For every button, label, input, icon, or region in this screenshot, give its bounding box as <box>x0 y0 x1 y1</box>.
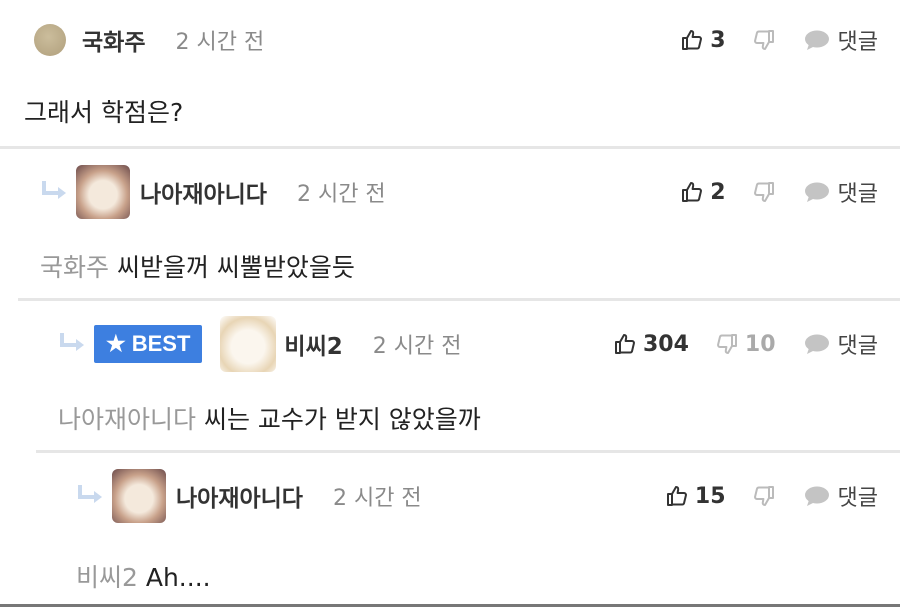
thumbs-down-icon <box>716 334 737 354</box>
speech-bubble-icon <box>804 486 829 506</box>
like-count: 15 <box>694 483 726 509</box>
reply-arrow-icon <box>42 181 66 199</box>
like-count: 2 <box>710 179 726 205</box>
mention[interactable]: 나아재아니다 <box>58 405 196 434</box>
dislike-button[interactable] <box>752 28 776 52</box>
comment-text-body: 씨받을꺼 씨뿔받았을듯 <box>116 253 355 282</box>
dislike-button[interactable]: 10 <box>715 332 776 357</box>
comment-author[interactable]: 비씨2 <box>284 327 342 361</box>
thumbs-up-icon <box>614 334 635 354</box>
speech-bubble-icon <box>804 334 829 354</box>
avatar[interactable] <box>34 24 66 56</box>
comment-4: 나아재아니다 2 시간 전 15 댓글 비씨2 Ah.... <box>0 454 900 604</box>
star-icon: ★ <box>106 331 126 356</box>
thumbs-up-icon <box>682 30 703 50</box>
comment-2: 나아재아니다 2 시간 전 2 댓글 국화주 씨받을꺼 씨뿔받았을듯 <box>0 150 900 300</box>
reply-button[interactable]: 댓글 <box>804 176 878 208</box>
reply-button[interactable]: 댓글 <box>804 24 878 56</box>
reply-button[interactable]: 댓글 <box>804 480 878 512</box>
avatar[interactable] <box>112 469 166 523</box>
thumbs-down-icon <box>753 182 774 202</box>
thumbs-up-icon <box>666 486 687 506</box>
like-count: 3 <box>710 27 726 53</box>
dislike-count: 10 <box>744 331 776 357</box>
reply-button[interactable]: 댓글 <box>804 328 878 360</box>
reply-arrow-icon <box>78 485 102 503</box>
comment-time: 2 시간 전 <box>332 486 422 511</box>
like-button[interactable]: 3 <box>680 27 726 53</box>
comment-text: 국화주 씨받을꺼 씨뿔받았을듯 <box>40 248 355 284</box>
thumbs-down-icon <box>753 30 774 50</box>
comment-text-body: 씨는 교수가 받지 않았을까 <box>203 405 481 434</box>
reply-label: 댓글 <box>837 334 878 359</box>
comment-text: 나아재아니다 씨는 교수가 받지 않았을까 <box>58 400 481 436</box>
best-label: BEST <box>131 331 191 356</box>
reply-arrow-icon <box>60 333 84 351</box>
reply-label: 댓글 <box>837 486 878 511</box>
comment-text-body: Ah.... <box>145 563 211 592</box>
speech-bubble-icon <box>804 182 829 202</box>
mention[interactable]: 국화주 <box>40 253 109 282</box>
avatar[interactable] <box>76 165 130 219</box>
reply-label: 댓글 <box>837 30 878 55</box>
comment-author[interactable]: 국화주 <box>82 23 145 57</box>
reply-label: 댓글 <box>837 182 878 207</box>
mention[interactable]: 비씨2 <box>76 563 138 592</box>
like-button[interactable]: 304 <box>613 332 689 357</box>
dislike-button[interactable] <box>752 484 776 508</box>
like-button[interactable]: 15 <box>665 484 726 509</box>
speech-bubble-icon <box>804 30 829 50</box>
divider <box>36 450 900 453</box>
comment-time: 2 시간 전 <box>175 30 265 55</box>
comment-text: 비씨2 Ah.... <box>76 558 211 594</box>
best-badge: ★ BEST <box>94 325 203 363</box>
comment-1: 국화주 2 시간 전 3 댓글 그래서 학점은? <box>0 0 900 148</box>
like-button[interactable]: 2 <box>680 179 726 205</box>
comment-time: 2 시간 전 <box>372 334 462 359</box>
comment-author[interactable]: 나아재아니다 <box>176 479 303 513</box>
like-count: 304 <box>642 331 689 357</box>
comment-author[interactable]: 나아재아니다 <box>140 175 267 209</box>
divider <box>0 146 900 149</box>
avatar[interactable] <box>220 316 277 372</box>
divider <box>18 298 900 301</box>
thumbs-down-icon <box>753 486 774 506</box>
comment-time: 2 시간 전 <box>296 182 386 207</box>
comment-3: ★ BEST 비씨2 2 시간 전 304 10 댓글 나아재아니다 씨는 교수가… <box>0 302 900 452</box>
thumbs-up-icon <box>682 182 703 202</box>
dislike-button[interactable] <box>752 180 776 204</box>
comment-text: 그래서 학점은? <box>24 98 184 127</box>
